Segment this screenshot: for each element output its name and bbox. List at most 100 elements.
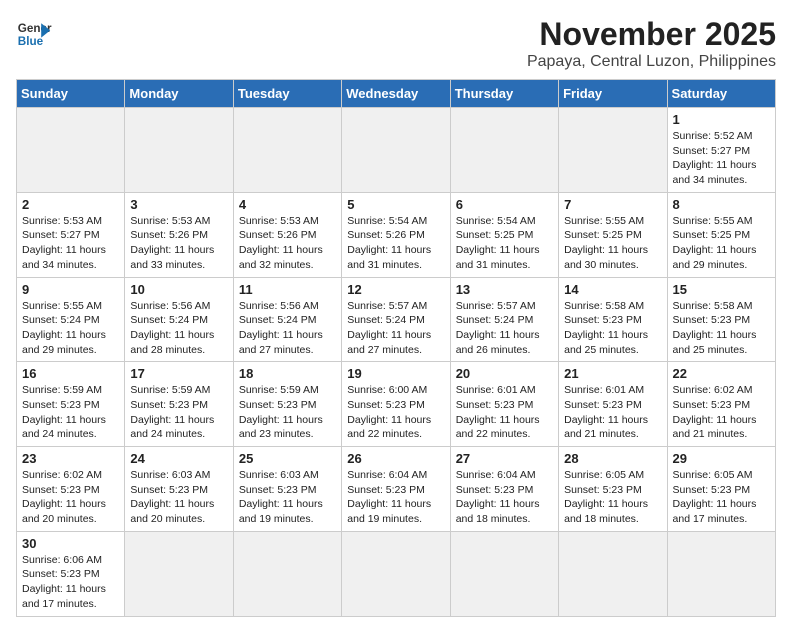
calendar-cell: 20 Sunrise: 6:01 AMSunset: 5:23 PMDayligh… bbox=[450, 362, 558, 447]
calendar-cell bbox=[450, 108, 558, 193]
day-number: 26 bbox=[347, 451, 444, 466]
day-info: Sunrise: 6:01 AMSunset: 5:23 PMDaylight:… bbox=[564, 383, 661, 442]
calendar-cell: 7 Sunrise: 5:55 AMSunset: 5:25 PMDaylight… bbox=[559, 192, 667, 277]
calendar-cell bbox=[233, 531, 341, 616]
day-info: Sunrise: 6:03 AMSunset: 5:23 PMDaylight:… bbox=[130, 468, 227, 527]
day-number: 4 bbox=[239, 197, 336, 212]
calendar-week-row: 16 Sunrise: 5:59 AMSunset: 5:23 PMDayligh… bbox=[17, 362, 776, 447]
calendar-cell: 23Sunrise: 6:02 AMSunset: 5:23 PMDayligh… bbox=[17, 447, 125, 532]
calendar-cell: 27 Sunrise: 6:04 AMSunset: 5:23 PMDayligh… bbox=[450, 447, 558, 532]
calendar-cell bbox=[342, 531, 450, 616]
calendar-cell: 5 Sunrise: 5:54 AMSunset: 5:26 PMDaylight… bbox=[342, 192, 450, 277]
day-info: Sunrise: 5:52 AMSunset: 5:27 PMDaylight:… bbox=[673, 129, 770, 188]
day-info: Sunrise: 5:59 AMSunset: 5:23 PMDaylight:… bbox=[22, 383, 119, 442]
calendar-cell: 2 Sunrise: 5:53 AMSunset: 5:27 PMDaylight… bbox=[17, 192, 125, 277]
day-info: Sunrise: 5:58 AMSunset: 5:23 PMDaylight:… bbox=[673, 299, 770, 358]
day-info: Sunrise: 6:02 AMSunset: 5:23 PMDaylight:… bbox=[22, 468, 119, 527]
calendar-cell: 12Sunrise: 5:57 AMSunset: 5:24 PMDayligh… bbox=[342, 277, 450, 362]
calendar-cell: 11Sunrise: 5:56 AMSunset: 5:24 PMDayligh… bbox=[233, 277, 341, 362]
day-number: 5 bbox=[347, 197, 444, 212]
month-year-title: November 2025 bbox=[527, 16, 776, 53]
calendar-cell: 18 Sunrise: 5:59 AMSunset: 5:23 PMDayligh… bbox=[233, 362, 341, 447]
day-number: 8 bbox=[673, 197, 770, 212]
calendar-week-row: 9Sunrise: 5:55 AMSunset: 5:24 PMDaylight… bbox=[17, 277, 776, 362]
calendar-cell: 16 Sunrise: 5:59 AMSunset: 5:23 PMDayligh… bbox=[17, 362, 125, 447]
day-info: Sunrise: 5:59 AMSunset: 5:23 PMDaylight:… bbox=[239, 383, 336, 442]
day-number: 2 bbox=[22, 197, 119, 212]
header-day-thursday: Thursday bbox=[450, 80, 558, 108]
day-number: 7 bbox=[564, 197, 661, 212]
header-day-sunday: Sunday bbox=[17, 80, 125, 108]
calendar-cell: 14 Sunrise: 5:58 AMSunset: 5:23 PMDayligh… bbox=[559, 277, 667, 362]
calendar-cell: 15 Sunrise: 5:58 AMSunset: 5:23 PMDayligh… bbox=[667, 277, 775, 362]
calendar-cell: 29 Sunrise: 6:05 AMSunset: 5:23 PMDayligh… bbox=[667, 447, 775, 532]
calendar-cell bbox=[125, 531, 233, 616]
day-info: Sunrise: 5:55 AMSunset: 5:25 PMDaylight:… bbox=[564, 214, 661, 273]
svg-text:Blue: Blue bbox=[18, 35, 44, 48]
day-number: 22 bbox=[673, 366, 770, 381]
calendar-header-row: SundayMondayTuesdayWednesdayThursdayFrid… bbox=[17, 80, 776, 108]
day-number: 16 bbox=[22, 366, 119, 381]
logo-icon: General Blue bbox=[16, 16, 52, 52]
calendar-cell: 30Sunrise: 6:06 AMSunset: 5:23 PMDayligh… bbox=[17, 531, 125, 616]
calendar-week-row: 1 Sunrise: 5:52 AMSunset: 5:27 PMDaylight… bbox=[17, 108, 776, 193]
day-number: 10 bbox=[130, 282, 227, 297]
calendar-cell bbox=[559, 108, 667, 193]
day-number: 18 bbox=[239, 366, 336, 381]
day-info: Sunrise: 6:01 AMSunset: 5:23 PMDaylight:… bbox=[456, 383, 553, 442]
day-number: 29 bbox=[673, 451, 770, 466]
day-info: Sunrise: 6:05 AMSunset: 5:23 PMDaylight:… bbox=[673, 468, 770, 527]
day-number: 14 bbox=[564, 282, 661, 297]
day-info: Sunrise: 5:54 AMSunset: 5:25 PMDaylight:… bbox=[456, 214, 553, 273]
day-info: Sunrise: 6:04 AMSunset: 5:23 PMDaylight:… bbox=[456, 468, 553, 527]
day-number: 15 bbox=[673, 282, 770, 297]
day-info: Sunrise: 6:05 AMSunset: 5:23 PMDaylight:… bbox=[564, 468, 661, 527]
location-subtitle: Papaya, Central Luzon, Philippines bbox=[527, 53, 776, 71]
calendar-cell: 10Sunrise: 5:56 AMSunset: 5:24 PMDayligh… bbox=[125, 277, 233, 362]
title-area: November 2025 Papaya, Central Luzon, Phi… bbox=[527, 16, 776, 71]
day-number: 9 bbox=[22, 282, 119, 297]
day-info: Sunrise: 6:04 AMSunset: 5:23 PMDaylight:… bbox=[347, 468, 444, 527]
day-number: 17 bbox=[130, 366, 227, 381]
day-number: 3 bbox=[130, 197, 227, 212]
day-number: 27 bbox=[456, 451, 553, 466]
day-info: Sunrise: 5:55 AMSunset: 5:25 PMDaylight:… bbox=[673, 214, 770, 273]
calendar-cell: 9Sunrise: 5:55 AMSunset: 5:24 PMDaylight… bbox=[17, 277, 125, 362]
day-info: Sunrise: 6:00 AMSunset: 5:23 PMDaylight:… bbox=[347, 383, 444, 442]
calendar-cell: 1 Sunrise: 5:52 AMSunset: 5:27 PMDaylight… bbox=[667, 108, 775, 193]
calendar-cell: 3 Sunrise: 5:53 AMSunset: 5:26 PMDaylight… bbox=[125, 192, 233, 277]
calendar-cell: 6Sunrise: 5:54 AMSunset: 5:25 PMDaylight… bbox=[450, 192, 558, 277]
header-day-monday: Monday bbox=[125, 80, 233, 108]
logo: General Blue bbox=[16, 16, 52, 52]
day-info: Sunrise: 5:54 AMSunset: 5:26 PMDaylight:… bbox=[347, 214, 444, 273]
calendar-cell: 25Sunrise: 6:03 AMSunset: 5:23 PMDayligh… bbox=[233, 447, 341, 532]
calendar-cell: 19 Sunrise: 6:00 AMSunset: 5:23 PMDayligh… bbox=[342, 362, 450, 447]
day-info: Sunrise: 5:53 AMSunset: 5:26 PMDaylight:… bbox=[130, 214, 227, 273]
calendar-cell bbox=[559, 531, 667, 616]
day-info: Sunrise: 6:06 AMSunset: 5:23 PMDaylight:… bbox=[22, 553, 119, 612]
day-info: Sunrise: 6:02 AMSunset: 5:23 PMDaylight:… bbox=[673, 383, 770, 442]
calendar-cell bbox=[125, 108, 233, 193]
day-number: 12 bbox=[347, 282, 444, 297]
day-number: 28 bbox=[564, 451, 661, 466]
calendar-week-row: 23Sunrise: 6:02 AMSunset: 5:23 PMDayligh… bbox=[17, 447, 776, 532]
calendar-cell bbox=[342, 108, 450, 193]
day-info: Sunrise: 5:53 AMSunset: 5:27 PMDaylight:… bbox=[22, 214, 119, 273]
calendar-cell: 28 Sunrise: 6:05 AMSunset: 5:23 PMDayligh… bbox=[559, 447, 667, 532]
header: General Blue November 2025 Papaya, Centr… bbox=[16, 16, 776, 71]
day-number: 20 bbox=[456, 366, 553, 381]
header-day-wednesday: Wednesday bbox=[342, 80, 450, 108]
day-info: Sunrise: 5:57 AMSunset: 5:24 PMDaylight:… bbox=[456, 299, 553, 358]
calendar-cell: 24Sunrise: 6:03 AMSunset: 5:23 PMDayligh… bbox=[125, 447, 233, 532]
header-day-saturday: Saturday bbox=[667, 80, 775, 108]
calendar-cell: 4Sunrise: 5:53 AMSunset: 5:26 PMDaylight… bbox=[233, 192, 341, 277]
calendar-cell bbox=[233, 108, 341, 193]
calendar-cell: 17 Sunrise: 5:59 AMSunset: 5:23 PMDayligh… bbox=[125, 362, 233, 447]
day-number: 25 bbox=[239, 451, 336, 466]
day-info: Sunrise: 5:58 AMSunset: 5:23 PMDaylight:… bbox=[564, 299, 661, 358]
day-info: Sunrise: 5:59 AMSunset: 5:23 PMDaylight:… bbox=[130, 383, 227, 442]
header-day-tuesday: Tuesday bbox=[233, 80, 341, 108]
day-number: 1 bbox=[673, 112, 770, 127]
calendar-cell bbox=[667, 531, 775, 616]
day-number: 19 bbox=[347, 366, 444, 381]
